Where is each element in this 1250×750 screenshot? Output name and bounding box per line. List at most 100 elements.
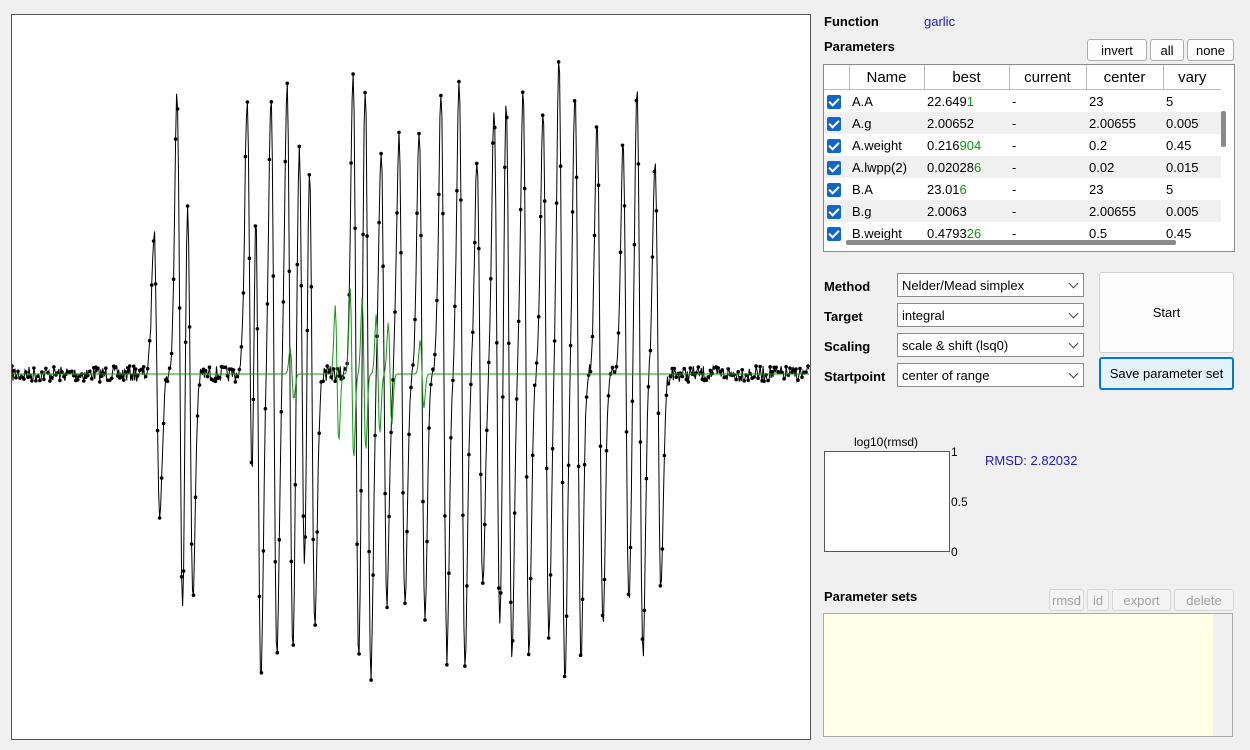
table-row[interactable]: A.A 22.6491 - 23 5: [824, 90, 1221, 113]
save-parameter-set-button[interactable]: Save parameter set: [1099, 357, 1234, 390]
param-center[interactable]: 2.00655: [1086, 112, 1163, 134]
data-point: [455, 188, 459, 193]
data-point: [485, 428, 489, 433]
export-button[interactable]: export: [1112, 589, 1171, 611]
table-vertical-scrollbar[interactable]: [1221, 111, 1226, 147]
data-point: [387, 514, 391, 519]
checkbox[interactable]: [827, 160, 841, 175]
data-point: [237, 367, 242, 372]
column-header-vary[interactable]: vary: [1163, 65, 1221, 90]
data-point: [493, 125, 497, 130]
data-point: [696, 365, 701, 369]
data-point: [277, 537, 282, 542]
param-center[interactable]: 0.02: [1086, 156, 1163, 178]
function-value[interactable]: garlic: [924, 14, 955, 29]
data-point: [181, 569, 186, 573]
param-center[interactable]: 2.00655: [1086, 200, 1163, 222]
data-point: [281, 300, 286, 304]
data-point: [666, 381, 671, 386]
param-vary[interactable]: 0.015: [1163, 156, 1221, 178]
data-point: [189, 542, 194, 546]
chevron-down-icon: [1068, 278, 1079, 289]
checkbox[interactable]: [827, 182, 841, 197]
param-vary[interactable]: 5: [1163, 178, 1221, 200]
column-header-best[interactable]: best: [924, 65, 1010, 90]
column-header-current[interactable]: current: [1009, 65, 1087, 90]
data-point: [806, 364, 810, 368]
data-point: [664, 393, 669, 398]
spectrum-plot[interactable]: [11, 14, 811, 740]
data-point: [293, 482, 298, 487]
data-point: [574, 175, 579, 180]
checkbox[interactable]: [827, 226, 841, 241]
column-header-name[interactable]: Name: [849, 65, 925, 90]
data-point: [682, 366, 687, 371]
data-point: [151, 239, 156, 243]
table-row[interactable]: B.g 2.0063 - 2.00655 0.005: [824, 200, 1221, 222]
sort-rmsd-button[interactable]: rmsd: [1049, 589, 1084, 611]
parameters-table[interactable]: Name best current center vary A.A 22.649…: [823, 64, 1235, 252]
data-point: [457, 79, 461, 84]
table-row[interactable]: A.g 2.00652 - 2.00655 0.005: [824, 112, 1221, 134]
data-point: [251, 397, 256, 402]
checkbox[interactable]: [827, 204, 841, 219]
param-vary[interactable]: 0.005: [1163, 200, 1221, 222]
data-point: [283, 159, 288, 164]
data-point: [141, 365, 146, 369]
target-select[interactable]: integral: [897, 303, 1084, 327]
param-vary[interactable]: 0.005: [1163, 112, 1221, 134]
data-point: [241, 291, 246, 295]
start-button[interactable]: Start: [1099, 272, 1234, 353]
data-point: [133, 367, 138, 371]
param-best: 23.016: [924, 178, 1009, 200]
checkbox[interactable]: [827, 138, 841, 153]
best-changed-digits: 6: [974, 159, 982, 175]
rmsd-plot: [824, 451, 950, 552]
data-point: [688, 366, 693, 370]
data-point: [668, 374, 673, 379]
table-row[interactable]: A.weight 0.216904 - 0.2 0.45: [824, 134, 1221, 156]
data-point: [562, 674, 567, 679]
data-point: [60, 370, 64, 374]
startpoint-select[interactable]: center of range: [897, 363, 1084, 387]
sort-id-button[interactable]: id: [1087, 589, 1109, 611]
param-vary[interactable]: 0.45: [1163, 134, 1221, 156]
none-button[interactable]: none: [1187, 39, 1234, 61]
param-name: B.g: [849, 200, 924, 222]
parameter-sets-list[interactable]: [823, 613, 1233, 737]
method-select[interactable]: Nelder/Mead simplex: [897, 273, 1084, 297]
data-point: [433, 352, 437, 357]
invert-button[interactable]: invert: [1087, 39, 1147, 61]
table-horizontal-scrollbar[interactable]: [846, 240, 1176, 245]
data-point: [321, 379, 326, 384]
data-point: [479, 472, 483, 477]
checkbox[interactable]: [827, 94, 841, 109]
data-point: [784, 365, 788, 369]
scaling-select[interactable]: scale & shift (lsq0): [897, 333, 1084, 357]
data-point: [265, 302, 270, 306]
data-point: [333, 379, 338, 384]
param-center[interactable]: 0.2: [1086, 134, 1163, 156]
delete-button[interactable]: delete: [1174, 589, 1234, 611]
data-point: [572, 99, 577, 103]
data-point: [24, 370, 28, 374]
checkbox[interactable]: [827, 116, 841, 131]
param-center[interactable]: 23: [1086, 90, 1163, 113]
parameter-sets-scrollbar[interactable]: [1213, 614, 1232, 736]
data-point: [271, 274, 276, 278]
param-name: B.A: [852, 181, 873, 197]
data-point: [401, 491, 405, 495]
table-row[interactable]: A.lwpp(2) 0.020286 - 0.02 0.015: [824, 156, 1221, 178]
column-header-center[interactable]: center: [1086, 65, 1164, 90]
scaling-value: scale & shift (lsq0): [902, 337, 1009, 353]
param-center[interactable]: 23: [1086, 178, 1163, 200]
table-row[interactable]: B.A 23.016 - 23 5: [824, 178, 1221, 200]
param-vary[interactable]: 5: [1163, 90, 1221, 113]
data-point: [542, 199, 547, 203]
data-point: [624, 430, 629, 434]
data-point: [36, 374, 40, 379]
data-point: [16, 369, 20, 374]
data-point: [315, 530, 320, 534]
all-button[interactable]: all: [1150, 39, 1184, 61]
data-point: [299, 283, 304, 288]
